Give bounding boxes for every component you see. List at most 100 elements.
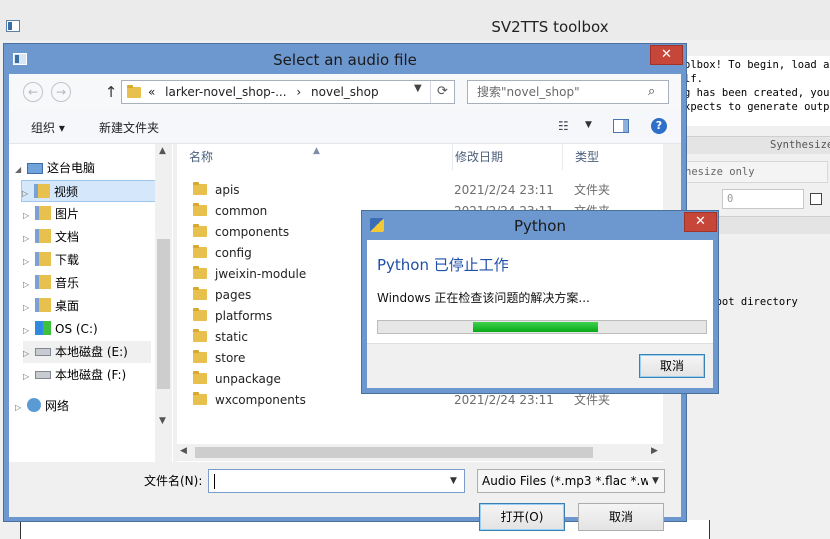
chevron-down-icon[interactable]: ▼ xyxy=(585,120,592,130)
chevron-right-icon[interactable]: ▷ xyxy=(23,343,35,365)
breadcrumb-overflow[interactable]: « xyxy=(148,85,155,99)
column-header-name[interactable]: 名称 ▲ xyxy=(177,144,453,170)
synthesize-header: Synthesize xyxy=(684,136,830,154)
crash-cancel-button[interactable]: 取消 xyxy=(639,354,705,378)
python-stopped-working-dialog: Python ✕ Python 已停止工作 Windows 正在检查该问题的解决… xyxy=(361,210,719,394)
chevron-right-icon[interactable]: ▷ xyxy=(23,205,35,227)
chevron-down-icon[interactable]: ▼ xyxy=(450,476,457,486)
folder-icon xyxy=(193,182,207,195)
nav-item-local-disk-e[interactable]: ▷ 本地磁盘 (E:) xyxy=(23,341,151,363)
hard-drive-icon xyxy=(35,371,51,379)
folder-icon xyxy=(193,203,207,216)
folder-icon xyxy=(193,224,207,237)
open-button[interactable]: 打开(O) xyxy=(479,503,565,531)
folder-icon xyxy=(193,350,207,363)
library-folder-icon xyxy=(35,298,51,312)
chevron-down-icon[interactable]: ▼ xyxy=(414,83,422,94)
navigation-scrollbar[interactable]: ▲ ▼ xyxy=(155,144,172,462)
crash-dialog-body: Python 已停止工作 Windows 正在检查该问题的解决方案... 取消 xyxy=(367,240,713,388)
filename-label: 文件名(N): xyxy=(144,474,203,488)
nav-item-local-disk-f[interactable]: ▷ 本地磁盘 (F:) xyxy=(23,364,163,386)
crash-heading: Python 已停止工作 xyxy=(377,256,509,274)
crash-dialog-title: Python xyxy=(514,217,566,235)
scroll-right-icon[interactable]: ▶ xyxy=(651,446,658,456)
nav-item-pictures[interactable]: ▷ 图片 xyxy=(23,203,163,225)
hard-drive-icon xyxy=(35,348,51,356)
file-type-filter-select[interactable]: Audio Files (*.mp3 *.flac *.wav ▼ xyxy=(477,469,665,493)
crash-close-button[interactable]: ✕ xyxy=(684,212,717,232)
address-row: ← → ↑ « larker-novel_shop-... › novel_sh… xyxy=(9,74,681,110)
dialog-title: Select an audio file xyxy=(273,51,417,69)
refresh-icon[interactable]: ⟳ xyxy=(430,81,454,103)
preview-pane-icon[interactable] xyxy=(613,119,629,133)
search-box[interactable]: ⌕ xyxy=(467,80,669,104)
forward-button[interactable]: → xyxy=(51,82,71,102)
search-input[interactable] xyxy=(469,82,639,102)
seed-spinbox[interactable]: 0 xyxy=(722,189,804,209)
new-folder-button[interactable]: 新建文件夹 xyxy=(99,119,159,136)
nav-item-videos[interactable]: ▷ 视频 xyxy=(21,180,161,202)
up-folder-button[interactable]: ↑ xyxy=(103,82,119,102)
folder-icon xyxy=(193,329,207,342)
nav-item-network[interactable]: ▷ 网络 xyxy=(15,395,155,417)
library-folder-icon xyxy=(35,252,51,266)
dialog-bottom-bar: 文件名(N): ▼ Audio Files (*.mp3 *.flac *.wa… xyxy=(9,462,681,531)
chevron-down-icon[interactable]: ▼ xyxy=(652,476,659,486)
chevron-down-icon[interactable]: ◢ xyxy=(15,159,27,181)
chevron-right-icon[interactable]: ▷ xyxy=(23,320,35,342)
search-icon[interactable]: ⌕ xyxy=(648,84,655,99)
back-button[interactable]: ← xyxy=(23,82,43,102)
chevron-right-icon[interactable]: ▷ xyxy=(23,251,35,273)
navigation-pane: ◢ 这台电脑 ▷ 视频 ▷ 图片 ▷ 文档 ▷ 下载 ▷ 音乐 ▷ 桌面 ▷ OS (C:) ▷… xyxy=(9,144,173,462)
chevron-right-icon[interactable]: ▷ xyxy=(23,274,35,296)
organize-button[interactable]: 组织 ▾ xyxy=(31,119,65,136)
chevron-right-icon[interactable]: ▷ xyxy=(22,183,34,205)
scroll-up-icon[interactable]: ▲ xyxy=(159,146,166,156)
scroll-down-icon[interactable]: ▼ xyxy=(159,416,166,426)
folder-icon xyxy=(193,371,207,384)
library-folder-icon xyxy=(35,275,51,289)
column-header-type[interactable]: 类型 xyxy=(563,144,663,170)
file-list-horizontal-scrollbar[interactable]: ◀ ▶ xyxy=(177,444,663,461)
nav-item-desktop[interactable]: ▷ 桌面 xyxy=(23,295,163,317)
dialog-title-bar[interactable]: Select an audio file ✕ xyxy=(4,44,686,74)
nav-item-documents[interactable]: ▷ 文档 xyxy=(23,226,163,248)
address-bar[interactable]: « larker-novel_shop-... › novel_shop ▼ ⟳ xyxy=(121,80,455,104)
breadcrumb-parent[interactable]: larker-novel_shop-... xyxy=(165,85,286,99)
chevron-right-icon[interactable]: ▷ xyxy=(15,397,27,419)
text-caret xyxy=(214,474,215,489)
filename-combobox[interactable]: ▼ xyxy=(208,469,465,493)
toolbox-checkbox[interactable] xyxy=(810,193,822,205)
file-type-filter-value: Audio Files (*.mp3 *.flac *.wav xyxy=(482,474,648,488)
crash-message: Windows 正在检查该问题的解决方案... xyxy=(377,291,590,305)
chevron-right-icon[interactable]: ▷ xyxy=(23,228,35,250)
breadcrumb-current[interactable]: novel_shop xyxy=(311,85,379,99)
scroll-left-icon[interactable]: ◀ xyxy=(180,446,187,456)
column-header-date[interactable]: 修改日期 xyxy=(443,144,563,170)
chevron-right-icon[interactable]: ▷ xyxy=(23,297,35,319)
breadcrumb: « larker-novel_shop-... › novel_shop xyxy=(148,85,385,99)
toolbox-log-text: olbox! To begin, load an lf. g has been cr… xyxy=(684,56,830,126)
synthesize-only-button[interactable]: hesize only xyxy=(684,161,828,183)
dialog-toolbar: 组织 ▾ 新建文件夹 ☷ ▼ ? xyxy=(9,110,681,144)
breadcrumb-separator[interactable]: › xyxy=(296,85,301,99)
dialog-close-button[interactable]: ✕ xyxy=(650,45,683,65)
progress-bar xyxy=(377,320,707,334)
view-options-icon[interactable]: ☷ xyxy=(558,119,569,133)
folder-icon xyxy=(193,308,207,321)
nav-item-music[interactable]: ▷ 音乐 xyxy=(23,272,163,294)
chevron-right-icon[interactable]: ▷ xyxy=(23,366,35,388)
folder-icon xyxy=(193,287,207,300)
filename-input[interactable] xyxy=(211,471,441,491)
nav-item-this-pc[interactable]: ◢ 这台电脑 xyxy=(15,157,155,179)
nav-item-downloads[interactable]: ▷ 下载 xyxy=(23,249,163,271)
folder-icon xyxy=(193,245,207,258)
nav-item-os-c[interactable]: ▷ OS (C:) xyxy=(23,318,163,340)
scrollbar-thumb[interactable] xyxy=(157,239,170,389)
windows-drive-icon xyxy=(35,321,51,335)
scrollbar-thumb[interactable] xyxy=(195,447,593,458)
toolbox-title-bar: SV2TTS toolbox xyxy=(0,0,830,40)
help-icon[interactable]: ? xyxy=(651,118,667,134)
cancel-button[interactable]: 取消 xyxy=(578,503,664,531)
file-row[interactable]: apis 2021/2/24 23:11 文件夹 xyxy=(177,180,663,201)
